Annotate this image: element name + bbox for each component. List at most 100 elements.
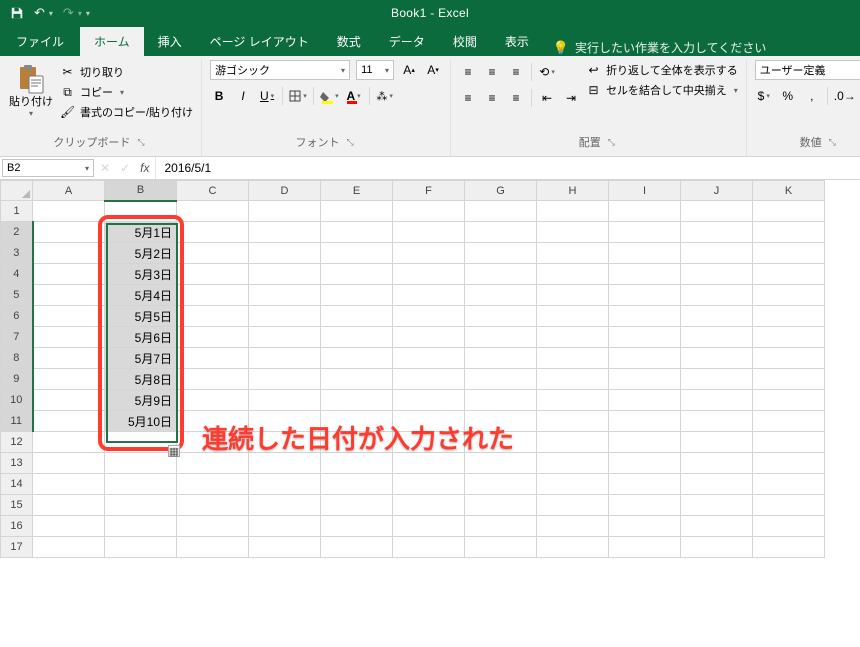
- cell-C14[interactable]: [177, 474, 249, 495]
- copy-dropdown-icon[interactable]: ▾: [120, 88, 124, 97]
- row-header-1[interactable]: 1: [1, 201, 33, 222]
- cell-I15[interactable]: [609, 495, 681, 516]
- cell-C3[interactable]: [177, 243, 249, 264]
- row-header-2[interactable]: 2: [1, 222, 33, 243]
- cell-J7[interactable]: [681, 327, 753, 348]
- cell-G5[interactable]: [465, 285, 537, 306]
- cell-I13[interactable]: [609, 453, 681, 474]
- row-header-10[interactable]: 10: [1, 390, 33, 411]
- alignment-dialog-launcher-icon[interactable]: ⤡: [605, 136, 618, 149]
- cell-E16[interactable]: [321, 516, 393, 537]
- cell-G4[interactable]: [465, 264, 537, 285]
- cell-A11[interactable]: [33, 411, 105, 432]
- col-header-D[interactable]: D: [249, 181, 321, 201]
- cell-K5[interactable]: [753, 285, 825, 306]
- align-bottom-icon[interactable]: ≡: [507, 62, 525, 82]
- cell-D8[interactable]: [249, 348, 321, 369]
- cell-E15[interactable]: [321, 495, 393, 516]
- cell-E4[interactable]: [321, 264, 393, 285]
- align-middle-icon[interactable]: ≡: [483, 62, 501, 82]
- cell-A5[interactable]: [33, 285, 105, 306]
- row-header-4[interactable]: 4: [1, 264, 33, 285]
- orientation-button[interactable]: ⟲: [538, 62, 556, 82]
- copy-button[interactable]: ⧉コピー▾: [60, 84, 193, 100]
- cell-F5[interactable]: [393, 285, 465, 306]
- cell-E7[interactable]: [321, 327, 393, 348]
- cell-F15[interactable]: [393, 495, 465, 516]
- align-center-icon[interactable]: ≡: [483, 88, 501, 108]
- cell-K13[interactable]: [753, 453, 825, 474]
- tab-insert[interactable]: 挿入: [144, 27, 196, 56]
- border-button[interactable]: [289, 86, 307, 106]
- cell-A4[interactable]: [33, 264, 105, 285]
- cell-F14[interactable]: [393, 474, 465, 495]
- col-header-C[interactable]: C: [177, 181, 249, 201]
- cell-J2[interactable]: [681, 222, 753, 243]
- accounting-format-button[interactable]: $: [755, 86, 773, 106]
- row-header-17[interactable]: 17: [1, 537, 33, 558]
- cell-J8[interactable]: [681, 348, 753, 369]
- cell-H3[interactable]: [537, 243, 609, 264]
- cell-E17[interactable]: [321, 537, 393, 558]
- italic-button[interactable]: I: [234, 86, 252, 106]
- tab-view[interactable]: 表示: [491, 27, 543, 56]
- undo-icon[interactable]: ↶: [34, 5, 45, 21]
- cell-D14[interactable]: [249, 474, 321, 495]
- increase-font-icon[interactable]: A▴: [400, 60, 418, 80]
- cell-A2[interactable]: [33, 222, 105, 243]
- cell-I11[interactable]: [609, 411, 681, 432]
- cell-A16[interactable]: [33, 516, 105, 537]
- cell-A8[interactable]: [33, 348, 105, 369]
- cell-D3[interactable]: [249, 243, 321, 264]
- cell-G10[interactable]: [465, 390, 537, 411]
- cell-H1[interactable]: [537, 201, 609, 222]
- cell-A7[interactable]: [33, 327, 105, 348]
- cell-B16[interactable]: [105, 516, 177, 537]
- cell-C9[interactable]: [177, 369, 249, 390]
- number-format-selector[interactable]: ユーザー定義▾: [755, 60, 860, 80]
- cell-D16[interactable]: [249, 516, 321, 537]
- cell-F8[interactable]: [393, 348, 465, 369]
- cell-A12[interactable]: [33, 432, 105, 453]
- save-icon[interactable]: [10, 6, 24, 20]
- undo-dropdown-icon[interactable]: ▾: [49, 9, 53, 18]
- cell-E5[interactable]: [321, 285, 393, 306]
- cell-H13[interactable]: [537, 453, 609, 474]
- cell-I2[interactable]: [609, 222, 681, 243]
- cell-F16[interactable]: [393, 516, 465, 537]
- cell-I9[interactable]: [609, 369, 681, 390]
- decrease-indent-icon[interactable]: ⇤: [538, 88, 556, 108]
- merge-center-button[interactable]: ⊟セルを結合して中央揃え▾: [586, 82, 738, 98]
- cell-K4[interactable]: [753, 264, 825, 285]
- formula-input[interactable]: 2016/5/1: [155, 157, 860, 179]
- cell-J15[interactable]: [681, 495, 753, 516]
- cell-A1[interactable]: [33, 201, 105, 222]
- cell-B7[interactable]: 5月6日: [105, 327, 177, 348]
- cell-A17[interactable]: [33, 537, 105, 558]
- col-header-F[interactable]: F: [393, 181, 465, 201]
- cell-K15[interactable]: [753, 495, 825, 516]
- cell-A10[interactable]: [33, 390, 105, 411]
- autofill-options-button[interactable]: ▦: [168, 445, 180, 457]
- cell-G16[interactable]: [465, 516, 537, 537]
- cell-K6[interactable]: [753, 306, 825, 327]
- cut-button[interactable]: ✂切り取り: [60, 64, 193, 80]
- tab-formulas[interactable]: 数式: [323, 27, 375, 56]
- cell-J12[interactable]: [681, 432, 753, 453]
- cell-J17[interactable]: [681, 537, 753, 558]
- cell-J4[interactable]: [681, 264, 753, 285]
- cell-I1[interactable]: [609, 201, 681, 222]
- cell-G2[interactable]: [465, 222, 537, 243]
- cell-G7[interactable]: [465, 327, 537, 348]
- cell-D7[interactable]: [249, 327, 321, 348]
- cell-K7[interactable]: [753, 327, 825, 348]
- cell-I17[interactable]: [609, 537, 681, 558]
- cell-F17[interactable]: [393, 537, 465, 558]
- name-box[interactable]: B2▾: [2, 159, 94, 177]
- tell-me-input[interactable]: 💡 実行したい作業を入力してください: [543, 39, 860, 56]
- cell-B11[interactable]: 5月10日: [105, 411, 177, 432]
- tab-page-layout[interactable]: ページ レイアウト: [196, 27, 323, 56]
- row-header-16[interactable]: 16: [1, 516, 33, 537]
- cell-B8[interactable]: 5月7日: [105, 348, 177, 369]
- decrease-font-icon[interactable]: A▾: [424, 60, 442, 80]
